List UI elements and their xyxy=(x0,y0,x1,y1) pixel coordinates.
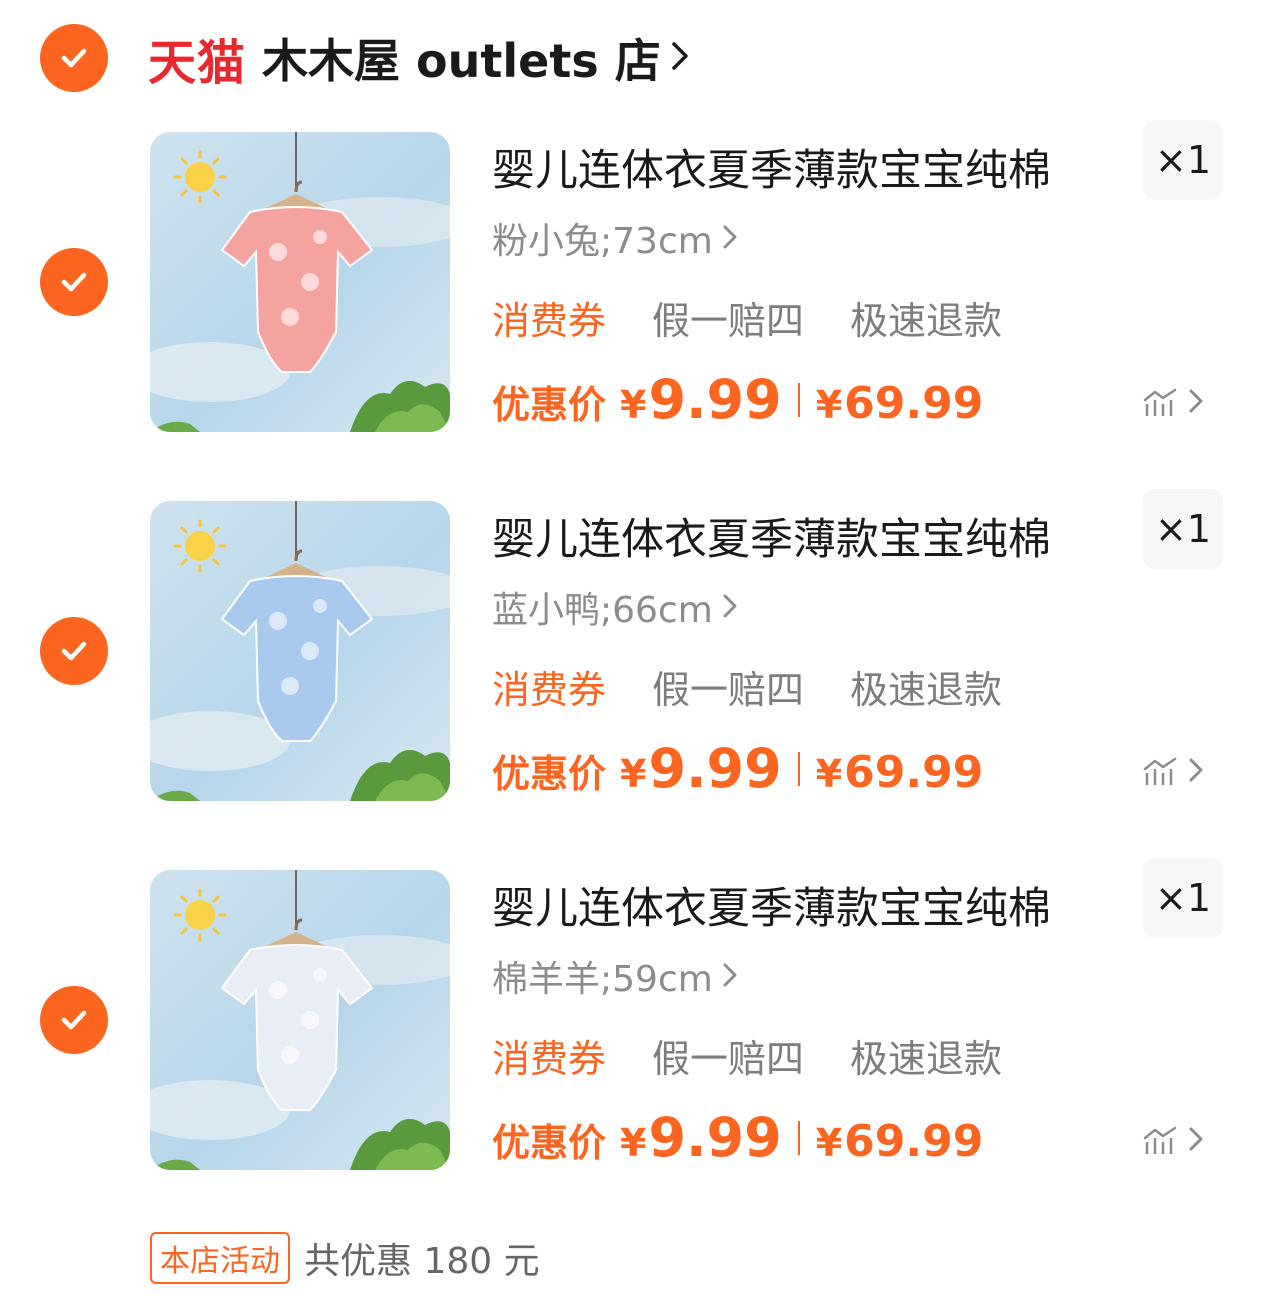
quantity-selector[interactable]: ×1 xyxy=(1143,120,1223,200)
discount-price: 9.99 xyxy=(648,1106,782,1169)
price-trend-icon xyxy=(1143,757,1177,785)
original-price: 69.99 xyxy=(844,378,984,429)
item-select-checkbox[interactable] xyxy=(40,617,108,685)
price-trend-button[interactable] xyxy=(1143,1126,1203,1156)
product-title[interactable]: 婴儿连体衣夏季薄款宝宝纯棉 xyxy=(492,136,1051,198)
price-row: 优惠价 ¥ 9.99 ¥ 69.99 xyxy=(492,368,983,432)
currency-symbol: ¥ xyxy=(620,752,647,796)
check-icon xyxy=(61,641,87,661)
check-icon xyxy=(61,1010,87,1030)
coupon-tag: 消费券 xyxy=(492,1037,607,1081)
price-label: 优惠价 xyxy=(492,752,607,796)
quantity-selector[interactable]: ×1 xyxy=(1143,489,1223,569)
sku-label: 粉小兔;73cm xyxy=(492,221,713,262)
refund-tag: 极速退款 xyxy=(850,1037,1003,1081)
item-select-checkbox[interactable] xyxy=(40,248,108,316)
currency-symbol: ¥ xyxy=(620,383,647,427)
shop-promo: 本店活动 共优惠 180 元 xyxy=(150,1232,540,1284)
coupon-tag: 消费券 xyxy=(492,668,607,712)
price-divider xyxy=(797,752,800,786)
product-title[interactable]: 婴儿连体衣夏季薄款宝宝纯棉 xyxy=(492,874,1051,936)
service-tags: 消费券 假一赔四 极速退款 xyxy=(492,659,1048,714)
chevron-right-icon xyxy=(1189,388,1203,418)
discount-price: 9.99 xyxy=(648,368,782,431)
tmall-logo: 天猫 xyxy=(148,35,247,91)
item-select-checkbox[interactable] xyxy=(40,986,108,1054)
price-label: 优惠价 xyxy=(492,383,607,427)
discount-price: 9.99 xyxy=(648,737,782,800)
cart-item: 婴儿连体衣夏季薄款宝宝纯棉 ×1 棉羊羊;59cm 消费券 假一赔四 极速退款 … xyxy=(0,858,1279,1190)
chevron-right-icon xyxy=(723,218,737,259)
currency-symbol: ¥ xyxy=(815,752,843,796)
promo-badge: 本店活动 xyxy=(150,1232,290,1284)
price-trend-icon xyxy=(1143,388,1177,416)
original-price: 69.99 xyxy=(844,747,984,798)
refund-tag: 极速退款 xyxy=(850,668,1003,712)
original-price: 69.99 xyxy=(844,1116,984,1167)
price-row: 优惠价 ¥ 9.99 ¥ 69.99 xyxy=(492,737,983,801)
quantity-selector[interactable]: ×1 xyxy=(1143,858,1223,938)
product-title[interactable]: 婴儿连体衣夏季薄款宝宝纯棉 xyxy=(492,505,1051,567)
chevron-right-icon xyxy=(671,40,689,76)
product-image[interactable] xyxy=(150,132,450,432)
price-divider xyxy=(797,383,800,417)
check-icon xyxy=(61,272,87,292)
refund-tag: 极速退款 xyxy=(850,299,1003,343)
cart-item: 婴儿连体衣夏季薄款宝宝纯棉 ×1 粉小兔;73cm 消费券 假一赔四 极速退款 … xyxy=(0,120,1279,452)
cart-item: 婴儿连体衣夏季薄款宝宝纯棉 ×1 蓝小鸭;66cm 消费券 假一赔四 极速退款 … xyxy=(0,489,1279,821)
check-icon xyxy=(61,48,87,68)
currency-symbol: ¥ xyxy=(815,1121,843,1165)
product-image[interactable] xyxy=(150,501,450,801)
guarantee-tag: 假一赔四 xyxy=(652,299,805,343)
coupon-tag: 消费券 xyxy=(492,299,607,343)
shop-select-checkbox[interactable] xyxy=(40,24,108,92)
price-trend-button[interactable] xyxy=(1143,388,1203,418)
price-trend-button[interactable] xyxy=(1143,757,1203,787)
currency-symbol: ¥ xyxy=(620,1121,647,1165)
shop-header: 天猫 木木屋 outlets 店 xyxy=(0,0,1279,118)
price-row: 优惠价 ¥ 9.99 ¥ 69.99 xyxy=(492,1106,983,1170)
chevron-right-icon xyxy=(723,587,737,628)
service-tags: 消费券 假一赔四 极速退款 xyxy=(492,1028,1048,1083)
shop-name: 木木屋 outlets 店 xyxy=(262,34,661,88)
service-tags: 消费券 假一赔四 极速退款 xyxy=(492,290,1048,345)
sku-selector[interactable]: 蓝小鸭;66cm xyxy=(492,581,737,633)
sku-selector[interactable]: 棉羊羊;59cm xyxy=(492,950,737,1002)
chevron-right-icon xyxy=(723,956,737,997)
promo-text: 共优惠 180 元 xyxy=(304,1241,540,1282)
shop-link[interactable]: 天猫 木木屋 outlets 店 xyxy=(148,22,689,94)
chevron-right-icon xyxy=(1189,757,1203,787)
price-trend-icon xyxy=(1143,1126,1177,1154)
sku-selector[interactable]: 粉小兔;73cm xyxy=(492,212,737,264)
sku-label: 棉羊羊;59cm xyxy=(492,959,713,1000)
guarantee-tag: 假一赔四 xyxy=(652,668,805,712)
price-label: 优惠价 xyxy=(492,1121,607,1165)
sku-label: 蓝小鸭;66cm xyxy=(492,590,713,631)
chevron-right-icon xyxy=(1189,1126,1203,1156)
guarantee-tag: 假一赔四 xyxy=(652,1037,805,1081)
product-image[interactable] xyxy=(150,870,450,1170)
price-divider xyxy=(797,1121,800,1155)
currency-symbol: ¥ xyxy=(815,383,843,427)
